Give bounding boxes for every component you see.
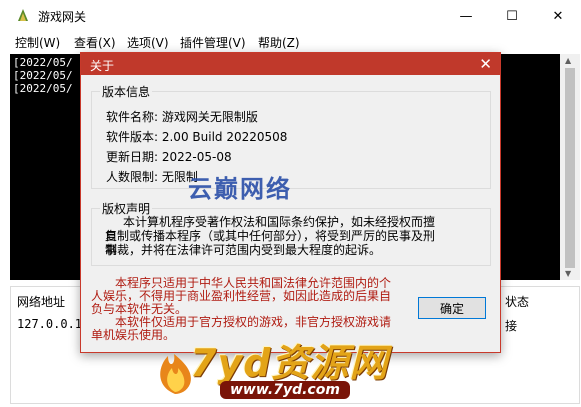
watermark-logo: 7yd资源网 www.7yd.com	[150, 326, 440, 404]
dialog-close-icon[interactable]: ✕	[479, 55, 492, 73]
menu-view[interactable]: 查看(X)	[74, 34, 116, 51]
copyright-line: 制裁，并将在法律许可范围内受到最大程度的起诉。	[105, 243, 382, 257]
watermark-url: www.7yd.com	[220, 381, 350, 399]
menu-bar: 控制(W) 查看(X) 选项(V) 插件管理(V) 帮助(Z)	[0, 32, 581, 52]
close-icon: ✕	[552, 8, 564, 24]
column-header-status[interactable]: 状态	[505, 293, 529, 310]
app-icon	[18, 9, 28, 21]
info-name: 软件名称: 游戏网关无限制版	[106, 110, 258, 124]
menu-help[interactable]: 帮助(Z)	[258, 34, 300, 51]
info-version: 软件版本: 2.00 Build 20220508	[106, 130, 288, 144]
log-scrollbar[interactable]: ▲ ▼	[560, 54, 580, 280]
info-date: 更新日期: 2022-05-08	[106, 150, 232, 164]
window-title: 游戏网关	[38, 10, 87, 24]
column-header-address[interactable]: 网络地址	[17, 293, 65, 310]
scroll-thumb[interactable]	[565, 68, 575, 268]
menu-options[interactable]: 选项(V)	[127, 34, 169, 51]
maximize-icon: ☐	[506, 8, 518, 24]
copyright-group: 版权声明 本计算机程序受著作权法和国际条约保护，如未经授权而擅自 复制或传播本程…	[91, 200, 491, 266]
title-bar: 游戏网关 — ☐ ✕	[0, 0, 581, 32]
row-address: 127.0.0.1	[17, 317, 83, 331]
watermark-main: 7yd资源网	[190, 341, 389, 385]
scroll-up-icon[interactable]: ▲	[565, 56, 571, 65]
info-limit: 人数限制: 无限制	[106, 170, 198, 184]
log-line: [2022/05/	[13, 82, 73, 95]
menu-plugins[interactable]: 插件管理(V)	[180, 34, 246, 51]
menu-control[interactable]: 控制(W)	[15, 34, 60, 51]
close-button[interactable]: ✕	[535, 0, 581, 32]
watermark-top: 云巅网络	[188, 175, 292, 203]
minimize-icon: —	[459, 8, 473, 24]
maximize-button[interactable]: ☐	[489, 0, 535, 32]
dialog-title-bar: 关于 ✕	[81, 53, 500, 75]
row-status: 接	[505, 319, 518, 333]
log-line: [2022/05/	[13, 56, 73, 69]
log-line: [2022/05/	[13, 69, 73, 82]
scroll-down-icon[interactable]: ▼	[565, 269, 571, 278]
version-group-label: 版本信息	[100, 83, 153, 100]
ok-button[interactable]: 确定	[418, 297, 486, 319]
minimize-button[interactable]: —	[443, 0, 489, 32]
dialog-title: 关于	[90, 59, 115, 73]
